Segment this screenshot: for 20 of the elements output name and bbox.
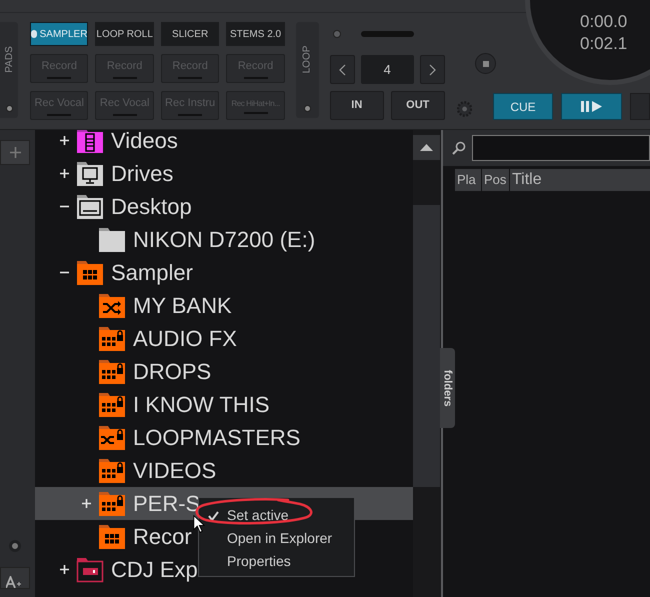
folder-label: I KNOW THIS	[133, 394, 270, 416]
folder-label: LOOPMASTERS	[133, 426, 300, 448]
folder-label: PER-S	[133, 492, 200, 514]
elapsed-time: 0:00.0	[580, 11, 628, 33]
loop-label: LOOP	[300, 46, 314, 74]
remaining-time: 0:02.1	[580, 33, 628, 55]
loop-size-display: 4	[360, 55, 414, 84]
pads-label: PADS	[2, 46, 16, 73]
folders-tab-label: folders	[440, 370, 455, 406]
folder-label: Sampler	[111, 262, 193, 284]
folder-label: AUDIO FX	[133, 328, 237, 350]
folder-label: DROPS	[133, 360, 212, 382]
folder-label: MY BANK	[133, 294, 232, 316]
folder-label: Recor	[133, 526, 192, 548]
folder-label: Videos	[111, 130, 178, 152]
folder-label: Drives	[111, 162, 174, 184]
folder-label: VIDEOS	[133, 460, 216, 482]
folder-label: CDJ Exp	[111, 558, 198, 580]
folder-label: NIKON D7200 (E:)	[133, 228, 316, 250]
folder-label: Desktop	[111, 196, 192, 218]
